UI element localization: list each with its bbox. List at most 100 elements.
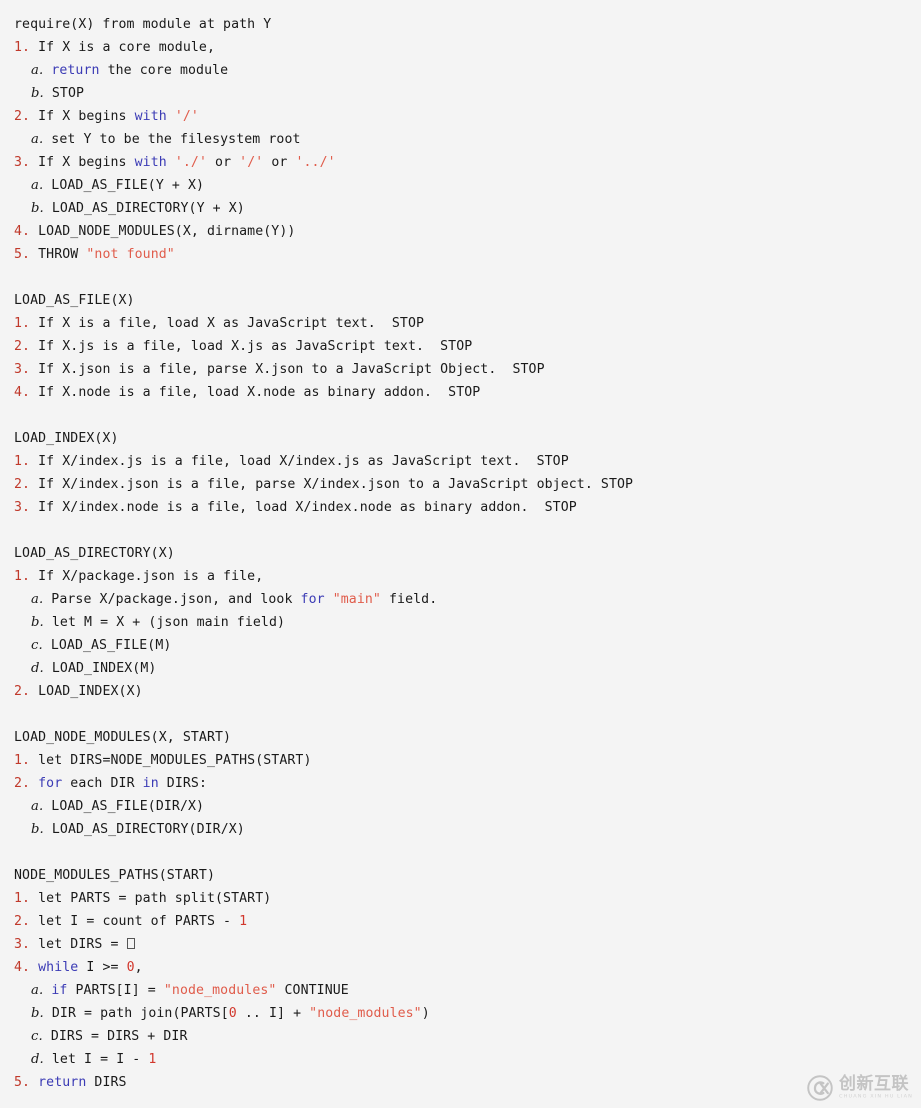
token-alpha: a.	[31, 799, 44, 814]
token-num: 2.	[14, 339, 31, 354]
token-alpha: a.	[31, 592, 44, 607]
token-alpha: b.	[31, 86, 44, 101]
code-line: b. DIR = path join(PARTS[0 .. I] + "node…	[0, 1002, 921, 1025]
token-plain: If X.js is a file, load X.js as JavaScri…	[30, 339, 473, 354]
token-plain: CONTINUE	[276, 983, 349, 998]
token-num: 4.	[14, 385, 31, 400]
token-plain: require(X) from module at path Y	[14, 17, 272, 32]
token-num: 5.	[14, 1075, 31, 1090]
token-str: "node_modules"	[309, 1006, 422, 1021]
token-kw: if	[51, 983, 68, 998]
code-line: c. LOAD_AS_FILE(M)	[0, 634, 921, 657]
code-line: 2. If X/index.json is a file, parse X/in…	[0, 473, 921, 496]
token-alpha: b.	[31, 1006, 44, 1021]
token-plain: each DIR	[62, 776, 143, 791]
token-plain: If X is a file, load X as JavaScript tex…	[30, 316, 425, 331]
token-plain: LOAD_AS_FILE(Y + X)	[43, 178, 205, 193]
token-alpha: b.	[31, 615, 44, 630]
code-line: 1. If X is a core module,	[0, 36, 921, 59]
token-lit: 0	[228, 1006, 237, 1021]
code-line: 4. If X.node is a file, load X.node as b…	[0, 381, 921, 404]
token-alpha: b.	[31, 201, 44, 216]
code-line: a. return the core module	[0, 59, 921, 82]
token-num: 2.	[14, 477, 31, 492]
watermark-brand-pinyin: CHUANG XIN HU LIAN	[839, 1094, 913, 1100]
token-plain: LOAD_AS_FILE(DIR/X)	[43, 799, 205, 814]
token-plain: If X is a core module,	[30, 40, 216, 55]
token-str: '/'	[174, 109, 199, 124]
watermark: 创新互联 CHUANG XIN HU LIAN	[806, 1074, 913, 1102]
token-kw: return	[38, 1075, 87, 1090]
token-plain: ,	[134, 960, 143, 975]
code-line: 1. let DIRS=NODE_MODULES_PATHS(START)	[0, 749, 921, 772]
token-plain: DIRS	[86, 1075, 127, 1090]
token-plain: set Y to be the filesystem root	[43, 132, 301, 147]
token-num: 1.	[14, 454, 31, 469]
token-kw: with	[134, 155, 167, 170]
code-line: a. LOAD_AS_FILE(Y + X)	[0, 174, 921, 197]
code-line: 3. If X/index.node is a file, load X/ind…	[0, 496, 921, 519]
code-line: 2. for each DIR in DIRS:	[0, 772, 921, 795]
code-line: LOAD_INDEX(X)	[0, 427, 921, 450]
code-line: b. let M = X + (json main field)	[0, 611, 921, 634]
token-plain: let PARTS = path split(START)	[30, 891, 272, 906]
token-head: LOAD_INDEX(X)	[14, 431, 119, 446]
token-plain: Parse X/package.json, and look	[43, 592, 301, 607]
token-plain: I >=	[78, 960, 127, 975]
token-plain: or	[263, 155, 296, 170]
token-num: 2.	[14, 776, 31, 791]
token-plain: let I = I -	[43, 1052, 149, 1067]
code-line: 2. If X.js is a file, load X.js as JavaS…	[0, 335, 921, 358]
token-alpha: c.	[31, 638, 43, 653]
token-num: 2.	[14, 914, 31, 929]
code-line: a. LOAD_AS_FILE(DIR/X)	[0, 795, 921, 818]
code-line: 2. LOAD_INDEX(X)	[0, 680, 921, 703]
token-str: "main"	[332, 592, 381, 607]
code-line: b. LOAD_AS_DIRECTORY(DIR/X)	[0, 818, 921, 841]
token-plain: LOAD_AS_DIRECTORY(Y + X)	[43, 201, 245, 216]
token-plain: let DIRS =	[30, 937, 127, 952]
code-line: 3. If X begins with './' or '/' or '../'	[0, 151, 921, 174]
code-line: 1. If X is a file, load X as JavaScript …	[0, 312, 921, 335]
token-plain: THROW	[30, 247, 87, 262]
token-kw: in	[142, 776, 159, 791]
code-line: 2. let I = count of PARTS - 1	[0, 910, 921, 933]
code-line: c. DIRS = DIRS + DIR	[0, 1025, 921, 1048]
code-line: d. LOAD_INDEX(M)	[0, 657, 921, 680]
code-line: b. LOAD_AS_DIRECTORY(Y + X)	[0, 197, 921, 220]
token-alpha: b.	[31, 822, 44, 837]
token-num: 3.	[14, 155, 31, 170]
token-plain: let M = X + (json main field)	[43, 615, 286, 630]
token-plain: the core module	[99, 63, 229, 78]
token-plain: .. I] +	[236, 1006, 310, 1021]
code-line: LOAD_AS_DIRECTORY(X)	[0, 542, 921, 565]
code-line: 2. If X begins with '/'	[0, 105, 921, 128]
token-plain: LOAD_NODE_MODULES(X, dirname(Y))	[30, 224, 296, 239]
token-str: '/'	[239, 155, 264, 170]
token-plain: DIRS:	[158, 776, 208, 791]
token-str: "not found"	[86, 247, 175, 262]
code-line: 3. If X.json is a file, parse X.json to …	[0, 358, 921, 381]
token-str: "node_modules"	[163, 983, 277, 998]
token-plain: PARTS[I] =	[67, 983, 164, 998]
token-head: LOAD_NODE_MODULES(X, START)	[14, 730, 232, 745]
code-line: 4. LOAD_NODE_MODULES(X, dirname(Y))	[0, 220, 921, 243]
token-num: 3.	[14, 362, 31, 377]
token-alpha: c.	[31, 1029, 43, 1044]
token-plain: LOAD_AS_DIRECTORY(DIR/X)	[43, 822, 245, 837]
token-kw: while	[38, 960, 79, 975]
token-num: 1.	[14, 891, 31, 906]
code-line: LOAD_NODE_MODULES(X, START)	[0, 726, 921, 749]
code-line: 4. while I >= 0,	[0, 956, 921, 979]
token-head: LOAD_AS_DIRECTORY(X)	[14, 546, 175, 561]
token-num: 1.	[14, 753, 31, 768]
